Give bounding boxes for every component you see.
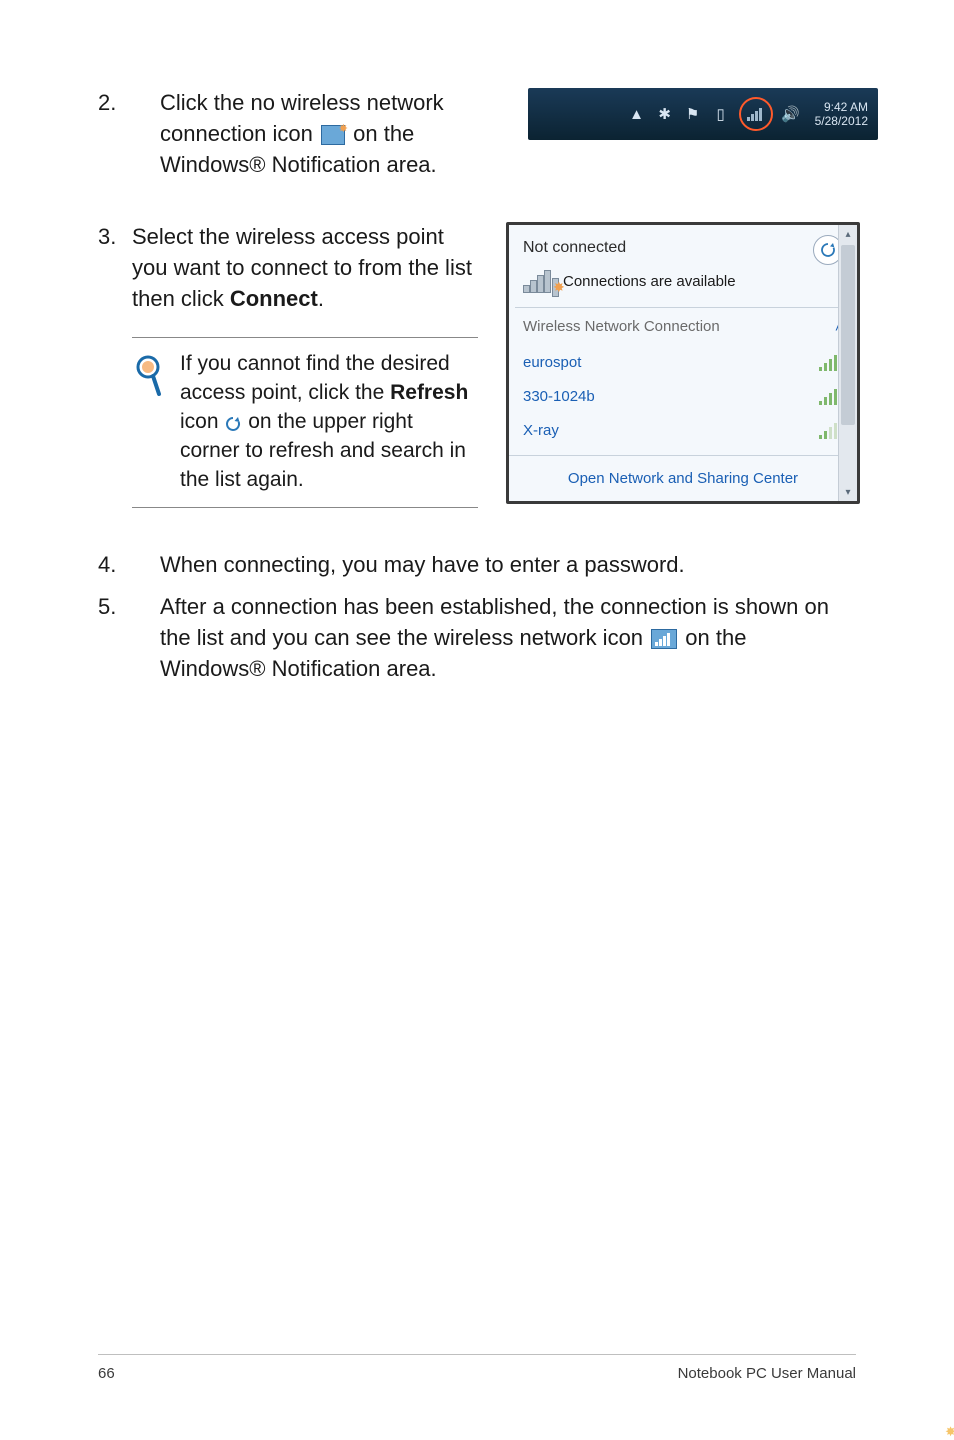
tray-time: 9:42 AM <box>815 100 868 114</box>
step-number: 3. <box>98 222 132 314</box>
step-number: 4. <box>98 550 132 581</box>
step2-body: Click the no wireless network connection… <box>160 88 500 180</box>
scroll-thumb[interactable] <box>841 245 855 425</box>
page-number: 66 <box>98 1365 115 1382</box>
wireless-connected-icon <box>651 629 677 649</box>
network-name: eurospot <box>523 354 581 371</box>
tray-up-icon: ▲ <box>627 104 647 124</box>
step3-text-b: . <box>318 286 324 311</box>
network-name: X-ray <box>523 422 559 439</box>
speaker-icon: 🔊 <box>781 104 801 124</box>
refresh-icon <box>224 413 242 431</box>
scroll-up-icon[interactable]: ▴ <box>839 225 857 243</box>
step5-body: After a connection has been established,… <box>160 592 856 684</box>
network-item[interactable]: 330-1024b <box>509 379 857 413</box>
wireless-network-connection-header[interactable]: Wireless Network Connection ˄ <box>509 308 857 345</box>
step-number: 5. <box>98 592 132 684</box>
connections-available-label: Connections are available <box>563 273 736 290</box>
no-wireless-icon: ✸ <box>321 125 345 145</box>
tray-clock: 9:42 AM 5/28/2012 <box>815 100 868 129</box>
connections-available-row: ✸ Connections are available <box>523 269 843 307</box>
step3-body: Select the wireless access point you wan… <box>132 222 478 314</box>
note-b: icon <box>180 410 224 433</box>
bluetooth-icon: ✱ <box>655 104 675 124</box>
network-icon-circled: ✸ <box>739 97 773 131</box>
network-name: 330-1024b <box>523 388 595 405</box>
flag-icon: ⚑ <box>683 104 703 124</box>
note-block: If you cannot find the desired access po… <box>132 337 478 508</box>
windows-systray: ▲ ✱ ⚑ ▯ ✸ 🔊 9:42 AM 5/28/2012 <box>528 88 878 140</box>
open-network-sharing-link[interactable]: Open Network and Sharing Center <box>509 455 857 501</box>
network-item[interactable]: eurospot <box>509 345 857 379</box>
manual-title: Notebook PC User Manual <box>678 1365 856 1382</box>
page-footer: 66 Notebook PC User Manual <box>98 1354 856 1382</box>
step-number: 2. <box>98 88 132 180</box>
not-connected-label: Not connected <box>523 239 843 257</box>
magnifier-icon <box>132 350 166 495</box>
flyout-scrollbar[interactable]: ▴ ▾ <box>838 225 857 501</box>
signal-icon: ✸ <box>523 269 553 293</box>
step3-connect: Connect <box>230 286 318 311</box>
scroll-down-icon[interactable]: ▾ <box>839 483 857 501</box>
battery-icon: ▯ <box>711 104 731 124</box>
tray-date: 5/28/2012 <box>815 114 868 128</box>
systray-figure: ▲ ✱ ⚑ ▯ ✸ 🔊 9:42 AM 5/28/2012 <box>528 88 878 180</box>
note-refresh-word: Refresh <box>390 381 468 404</box>
network-item[interactable]: X-ray <box>509 413 857 447</box>
note-text: If you cannot find the desired access po… <box>180 350 478 495</box>
wnc-label: Wireless Network Connection <box>523 318 720 335</box>
wifi-flyout: Not connected ✸ Connections are availabl… <box>506 222 860 504</box>
step4-text: When connecting, you may have to enter a… <box>160 550 856 581</box>
